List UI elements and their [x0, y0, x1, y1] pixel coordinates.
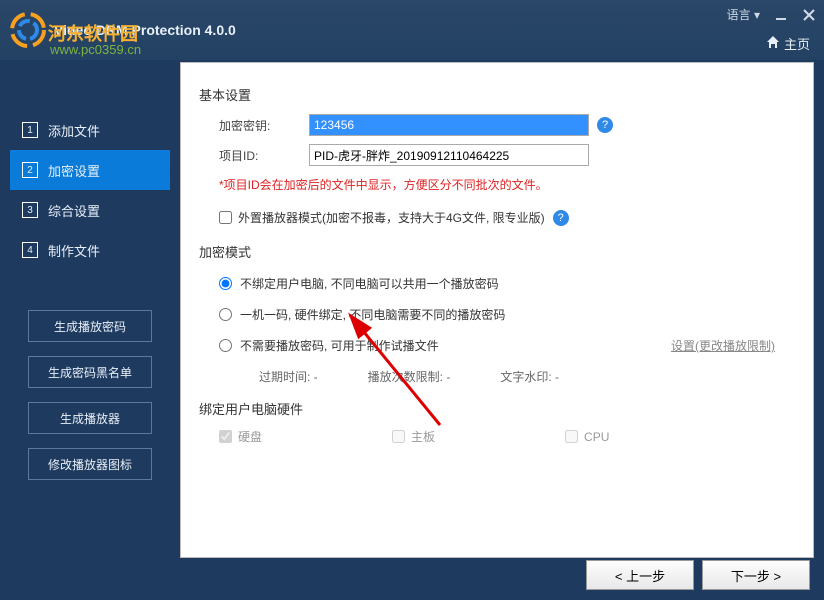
gen-password-blacklist-button[interactable]: 生成密码黑名单 — [28, 356, 152, 388]
help-icon[interactable]: ? — [597, 117, 613, 133]
play-count-field: 播放次数限制: - — [368, 368, 451, 385]
nav-label: 添加文件 — [48, 121, 100, 140]
nav-encrypt-settings[interactable]: 2 加密设置 — [10, 150, 170, 190]
encrypt-mode-title: 加密模式 — [199, 242, 795, 261]
minimize-button[interactable] — [774, 8, 788, 22]
nav-label: 制作文件 — [48, 241, 100, 260]
project-id-input[interactable] — [309, 144, 589, 166]
nav-step-number: 3 — [22, 202, 38, 218]
encrypt-key-label: 加密密钥: — [219, 117, 309, 134]
play-limit-settings-link[interactable]: 设置(更改播放限制) — [671, 337, 775, 354]
footer-nav: < 上一步 下一步 > — [586, 560, 810, 590]
gen-play-password-button[interactable]: 生成播放密码 — [28, 310, 152, 342]
nav-step-number: 4 — [22, 242, 38, 258]
nav-step-number: 1 — [22, 122, 38, 138]
nav-label: 综合设置 — [48, 201, 100, 220]
external-player-checkbox[interactable] — [219, 211, 232, 224]
bind-hardware-title: 绑定用户电脑硬件 — [199, 399, 795, 418]
close-button[interactable] — [802, 8, 816, 22]
expire-time-field: 过期时间: - — [259, 368, 318, 385]
window-controls: 语言 ▾ — [727, 6, 816, 23]
text-watermark-field: 文字水印: - — [500, 368, 559, 385]
mode-nopass-radio[interactable] — [219, 339, 232, 352]
hw-cpu-option[interactable]: CPU — [565, 428, 609, 445]
nav-label: 加密设置 — [48, 161, 100, 180]
nav-general-settings[interactable]: 3 综合设置 — [10, 190, 170, 230]
basic-settings-title: 基本设置 — [199, 85, 795, 104]
nav-add-files[interactable]: 1 添加文件 — [10, 110, 170, 150]
project-id-warning: *项目ID会在加密后的文件中显示，方便区分不同批次的文件。 — [219, 176, 795, 193]
breadcrumb-home-label: 主页 — [784, 34, 810, 53]
hw-disk-option[interactable]: 硬盘 — [219, 428, 262, 445]
prev-step-button[interactable]: < 上一步 — [586, 560, 694, 590]
content-panel: 基本设置 加密密钥: ? 项目ID: *项目ID会在加密后的文件中显示，方便区分… — [180, 62, 814, 558]
modify-player-icon-button[interactable]: 修改播放器图标 — [28, 448, 152, 480]
hw-cpu-checkbox[interactable] — [565, 430, 578, 443]
mode-hwbind-radio[interactable] — [219, 308, 232, 321]
hw-disk-checkbox[interactable] — [219, 430, 232, 443]
help-icon[interactable]: ? — [553, 210, 569, 226]
encrypt-key-input[interactable] — [309, 114, 589, 136]
sidebar: 1 添加文件 2 加密设置 3 综合设置 4 制作文件 生成播放密码 生成密码黑… — [0, 60, 180, 560]
app-logo-icon — [10, 12, 46, 48]
hw-mainboard-option[interactable]: 主板 — [392, 428, 435, 445]
mode-shared-label: 不绑定用户电脑, 不同电脑可以共用一个播放密码 — [240, 275, 499, 292]
mode-shared-radio[interactable] — [219, 277, 232, 290]
mode-hwbind-label: 一机一码, 硬件绑定, 不同电脑需要不同的播放密码 — [240, 306, 505, 323]
next-step-button[interactable]: 下一步 > — [702, 560, 810, 590]
language-dropdown[interactable]: 语言 ▾ — [727, 6, 760, 23]
hw-mainboard-checkbox[interactable] — [392, 430, 405, 443]
breadcrumb[interactable]: 主页 — [766, 34, 810, 53]
gen-player-button[interactable]: 生成播放器 — [28, 402, 152, 434]
nav-build-files[interactable]: 4 制作文件 — [10, 230, 170, 270]
mode-nopass-label: 不需要播放密码, 可用于制作试播文件 — [240, 337, 439, 354]
watermark-site-text: 河东软件园 — [48, 20, 138, 46]
project-id-label: 项目ID: — [219, 147, 309, 164]
nav-step-number: 2 — [22, 162, 38, 178]
home-icon — [766, 35, 780, 52]
external-player-label: 外置播放器模式(加密不报毒，支持大于4G文件, 限专业版) — [238, 209, 545, 226]
titlebar: Video DRM Protection 4.0.0 河东软件园 www.pc0… — [0, 0, 824, 60]
